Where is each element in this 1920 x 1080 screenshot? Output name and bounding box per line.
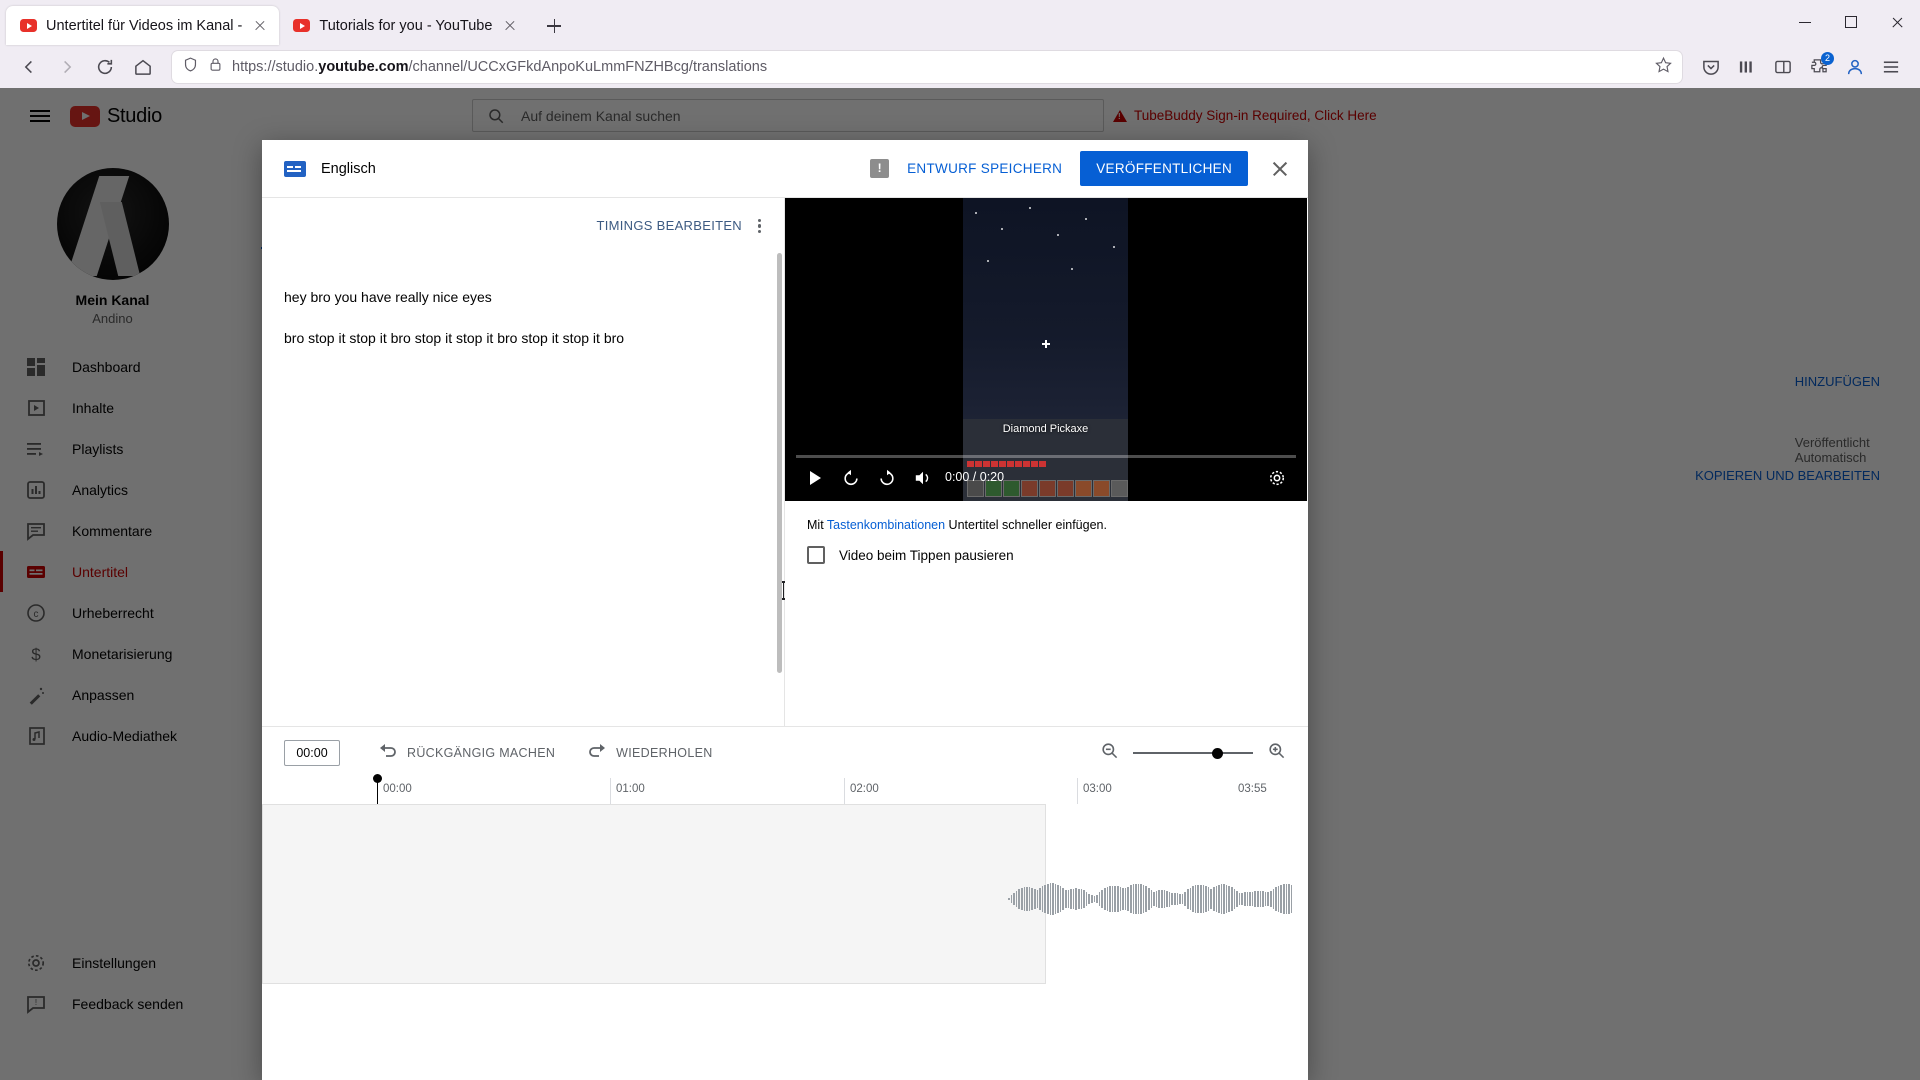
- shield-icon[interactable]: [182, 56, 199, 78]
- modal-header: Englisch ! ENTWURF SPEICHERN VERÖFFENTLI…: [262, 140, 1308, 197]
- video-caption-overlay: Diamond Pickaxe: [1002, 423, 1089, 435]
- tab-strip: Untertitel für Videos im Kanal - Tutoria…: [0, 0, 1920, 45]
- modal-actions: ! ENTWURF SPEICHERN VERÖFFENTLICHEN: [870, 151, 1292, 186]
- close-icon[interactable]: [501, 17, 519, 35]
- redo-label: WIEDERHOLEN: [616, 745, 713, 760]
- forward-10-icon[interactable]: [869, 460, 905, 496]
- extension-badge-count: 2: [1821, 51, 1834, 65]
- shortcut-note-prefix: Mit: [807, 518, 827, 532]
- container-tabs-icon[interactable]: [1766, 50, 1800, 84]
- new-tab-button[interactable]: [539, 11, 569, 41]
- warning-badge[interactable]: !: [870, 159, 890, 178]
- ruler-label: 01:00: [616, 783, 645, 795]
- lock-icon[interactable]: [208, 57, 223, 77]
- editor-scrollbar[interactable]: [777, 253, 782, 673]
- shortcut-link[interactable]: Tastenkombinationen: [827, 518, 945, 532]
- pause-on-type-row[interactable]: Video beim Tippen pausieren: [807, 546, 1014, 564]
- undo-button[interactable]: RÜCKGÄNGIG MACHEN: [378, 741, 555, 764]
- rewind-10-icon[interactable]: [833, 460, 869, 496]
- pocket-icon[interactable]: [1694, 50, 1728, 84]
- edit-timings-button[interactable]: TIMINGS BEARBEITEN: [596, 218, 742, 233]
- ruler-label: 00:00: [383, 783, 412, 795]
- play-icon[interactable]: [797, 460, 833, 496]
- url-bar[interactable]: https://studio.youtube.com/channel/UCCxG…: [172, 50, 1682, 83]
- browser-tab[interactable]: Tutorials for you - YouTube: [279, 6, 529, 45]
- save-draft-button[interactable]: ENTWURF SPEICHERN: [907, 161, 1062, 176]
- gear-icon[interactable]: [1259, 460, 1295, 496]
- timecode-input[interactable]: 00:00: [284, 739, 340, 766]
- pause-on-type-checkbox[interactable]: [807, 546, 825, 564]
- redo-icon: [587, 741, 607, 764]
- shortcut-note: Mit Tastenkombinationen Untertitel schne…: [807, 518, 1107, 532]
- waveform-row: [1008, 804, 1308, 1080]
- timeline-toolbar: 00:00 RÜCKGÄNGIG MACHEN WIEDERHOLEN: [262, 726, 1308, 778]
- timeline-playhead[interactable]: [373, 774, 382, 804]
- forward-arrow-icon[interactable]: [50, 50, 84, 84]
- shortcut-note-suffix: Untertitel schneller einfügen.: [945, 518, 1107, 532]
- crosshair-icon: [1042, 340, 1050, 348]
- youtube-favicon-icon: [293, 19, 311, 32]
- pause-on-type-label: Video beim Tippen pausieren: [839, 547, 1014, 563]
- back-arrow-icon[interactable]: [12, 50, 46, 84]
- account-icon[interactable]: [1838, 50, 1872, 84]
- url-prefix: https://studio.: [232, 58, 319, 75]
- window-close-button[interactable]: [1874, 0, 1920, 45]
- caption-line[interactable]: bro stop it stop it bro stop it stop it …: [262, 327, 784, 349]
- closed-caption-icon: [284, 160, 306, 177]
- volume-icon[interactable]: [905, 460, 941, 496]
- caption-editor-pane: TIMINGS BEARBEITEN hey bro you have real…: [262, 198, 787, 726]
- reload-icon[interactable]: [88, 50, 122, 84]
- publish-button[interactable]: VERÖFFENTLICHEN: [1080, 151, 1248, 186]
- player-controls: 0:00 / 0:20: [785, 455, 1307, 501]
- zoom-slider[interactable]: [1133, 744, 1253, 762]
- close-icon[interactable]: [1268, 157, 1292, 181]
- minimize-button[interactable]: [1782, 0, 1828, 45]
- star-icon[interactable]: [1655, 56, 1672, 78]
- url-text: https://studio.youtube.com/channel/UCCxG…: [232, 59, 1646, 75]
- browser-tab[interactable]: Untertitel für Videos im Kanal -: [6, 6, 280, 45]
- library-icon[interactable]: [1730, 50, 1764, 84]
- sky-stars: [963, 198, 1128, 328]
- ruler-label: 03:00: [1083, 783, 1112, 795]
- redo-button[interactable]: WIEDERHOLEN: [587, 741, 712, 764]
- video-player[interactable]: Diamond Pickaxe 0:00 / 0:20: [785, 198, 1307, 501]
- modal-language-label: Englisch: [321, 160, 376, 177]
- zoom-in-icon[interactable]: [1267, 741, 1286, 765]
- window-controls: [1782, 0, 1920, 45]
- extensions-icon[interactable]: 2: [1802, 50, 1836, 84]
- timeline-ruler[interactable]: 00:00 01:00 02:00 03:00 03:55: [262, 774, 1308, 804]
- subtitle-editor-modal: Englisch ! ENTWURF SPEICHERN VERÖFFENTLI…: [262, 140, 1308, 1080]
- tab-title: Untertitel für Videos im Kanal -: [46, 17, 243, 34]
- player-time-display: 0:00 / 0:20: [945, 470, 1005, 484]
- app-menu-icon[interactable]: [1874, 50, 1908, 84]
- browser-toolbar-right: 2: [1694, 50, 1908, 84]
- maximize-button[interactable]: [1828, 0, 1874, 45]
- timeline-track-area[interactable]: [262, 804, 1308, 1080]
- zoom-controls: [1100, 741, 1286, 765]
- home-icon[interactable]: [126, 50, 160, 84]
- audio-waveform: [1008, 882, 1308, 916]
- editor-toolbar: TIMINGS BEARBEITEN: [262, 198, 784, 253]
- undo-icon: [378, 741, 398, 764]
- video-preview-pane: Diamond Pickaxe 0:00 / 0:20 Mit Tastenko…: [785, 198, 1307, 726]
- navigation-bar: https://studio.youtube.com/channel/UCCxG…: [0, 45, 1920, 88]
- browser-chrome: Untertitel für Videos im Kanal - Tutoria…: [0, 0, 1920, 88]
- ruler-label: 02:00: [850, 783, 879, 795]
- zoom-out-icon[interactable]: [1100, 741, 1119, 765]
- caption-block[interactable]: [262, 804, 1046, 984]
- player-progress-bar[interactable]: [796, 455, 1296, 458]
- ruler-label: 03:55: [1238, 783, 1267, 795]
- undo-label: RÜCKGÄNGIG MACHEN: [407, 745, 556, 760]
- tab-title: Tutorials for you - YouTube: [319, 17, 493, 34]
- modal-body: TIMINGS BEARBEITEN hey bro you have real…: [262, 197, 1308, 726]
- kebab-menu-icon[interactable]: [746, 213, 772, 239]
- youtube-favicon-icon: [20, 19, 37, 32]
- caption-line[interactable]: hey bro you have really nice eyes: [262, 286, 784, 308]
- close-icon[interactable]: [251, 17, 269, 35]
- url-domain: youtube.com: [318, 58, 409, 75]
- url-path: /channel/UCCxGFkdAnpoKuLmmFNZHBcg/transl…: [408, 58, 768, 75]
- zoom-slider-thumb[interactable]: [1211, 747, 1223, 759]
